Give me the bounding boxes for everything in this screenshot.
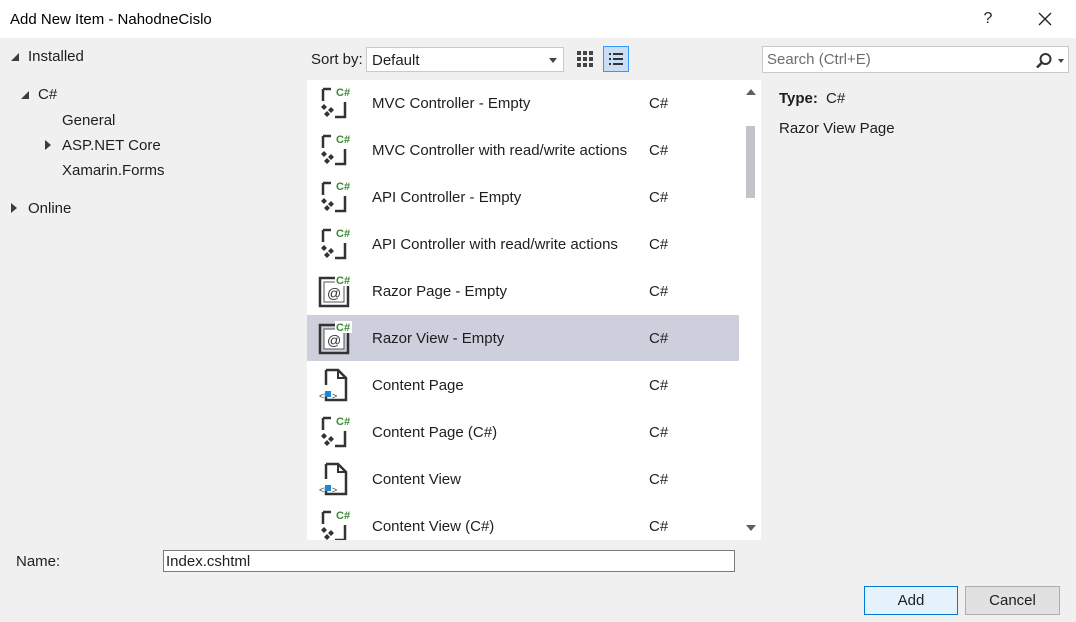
template-language: C# [649, 142, 669, 159]
template-name: Content Page (C#) [372, 424, 498, 441]
tree-item-xamarin[interactable]: Xamarin.Forms [62, 162, 262, 182]
template-language: C# [649, 377, 669, 394]
template-row[interactable]: @ C# Razor View - Empty C# [307, 315, 739, 361]
item-description: Razor View Page [779, 120, 895, 137]
expanded-icon [11, 53, 19, 61]
svg-text:<: < [319, 391, 324, 401]
razor-icon: @ C# [317, 273, 353, 309]
template-row[interactable]: C# Content View (C#) C# [307, 503, 739, 540]
collapsed-icon [11, 203, 17, 213]
grid-view-button[interactable] [573, 47, 598, 72]
svg-text:<: < [319, 485, 324, 495]
scroll-thumb[interactable] [746, 126, 755, 198]
svg-text:C#: C# [336, 510, 350, 522]
controller-icon: C# [317, 132, 353, 168]
tree-item-aspnet[interactable]: ASP.NET Core [44, 137, 264, 157]
svg-text:C#: C# [336, 134, 350, 146]
help-button[interactable]: ? [975, 7, 1001, 31]
controller-icon: C# [317, 85, 353, 121]
template-language: C# [649, 283, 669, 300]
template-name: Content View (C#) [372, 518, 495, 535]
sort-value: Default [372, 52, 420, 69]
close-icon [1038, 12, 1052, 26]
tree-item-installed[interactable]: Installed [10, 48, 290, 68]
template-row[interactable]: < > Content View C# [307, 456, 739, 502]
list-view-button[interactable] [603, 46, 629, 72]
svg-text:C#: C# [336, 228, 350, 240]
template-row[interactable]: C# Content Page (C#) C# [307, 409, 739, 455]
xaml-page-icon: < > [317, 461, 353, 497]
template-name: API Controller - Empty [372, 189, 522, 206]
list-view-icon [609, 53, 623, 65]
template-name: MVC Controller with read/write actions [372, 142, 628, 159]
razor-icon: @ C# [317, 320, 353, 356]
template-row[interactable]: C# MVC Controller - Empty C# [307, 80, 739, 126]
tree-label-aspnet: ASP.NET Core [62, 137, 161, 154]
controller-icon: C# [317, 226, 353, 262]
template-row[interactable]: C# API Controller - Empty C# [307, 174, 739, 220]
sort-dropdown[interactable]: Default [366, 47, 564, 72]
template-row[interactable]: < > Content Page C# [307, 362, 739, 408]
template-language: C# [649, 471, 669, 488]
svg-text:C#: C# [336, 181, 350, 193]
expanded-icon [21, 91, 29, 99]
cancel-button[interactable]: Cancel [965, 586, 1060, 615]
close-button[interactable] [1032, 6, 1058, 32]
template-language: C# [649, 95, 669, 112]
template-list: C# MVC Controller - Empty C# C# MVC Controll… [307, 80, 761, 540]
scroll-up-arrow-icon[interactable] [746, 89, 756, 95]
template-row[interactable]: C# MVC Controller with read/write actions… [307, 127, 739, 173]
svg-text:C#: C# [336, 416, 350, 428]
template-name: MVC Controller - Empty [372, 95, 531, 112]
tree-label-general: General [62, 112, 116, 129]
template-language: C# [649, 424, 669, 441]
sort-label: Sort by: [311, 51, 363, 68]
scroll-down-arrow-icon[interactable] [746, 525, 756, 531]
template-name: Content Page [372, 377, 464, 394]
tree-label-installed: Installed [28, 48, 84, 65]
tree-item-general[interactable]: General [62, 112, 262, 132]
add-button[interactable]: Add [864, 586, 958, 615]
svg-text:C#: C# [336, 322, 350, 334]
search-input[interactable] [767, 50, 1022, 69]
type-label: Type: [779, 90, 818, 107]
svg-text:C#: C# [336, 87, 350, 99]
template-language: C# [649, 518, 669, 535]
svg-text:>: > [332, 391, 337, 401]
xaml-page-icon: < > [317, 367, 353, 403]
template-language: C# [649, 330, 669, 347]
tree-item-online[interactable]: Online [10, 200, 210, 220]
vertical-scrollbar[interactable] [741, 80, 761, 540]
controller-icon: C# [317, 179, 353, 215]
tree-label-csharp: C# [38, 86, 58, 103]
grid-view-icon [577, 51, 593, 67]
svg-text:>: > [332, 485, 337, 495]
svg-text:C#: C# [336, 275, 350, 287]
template-name: Razor Page - Empty [372, 283, 508, 300]
svg-text:@: @ [327, 285, 341, 301]
controller-icon: C# [317, 414, 353, 450]
template-name: API Controller with read/write actions [372, 236, 618, 253]
window-title: Add New Item - NahodneCislo [10, 11, 212, 28]
template-name: Razor View - Empty [372, 330, 505, 347]
tree-label-xamarin: Xamarin.Forms [62, 162, 165, 179]
search-icon[interactable] [1035, 52, 1053, 70]
tree-label-online: Online [28, 200, 72, 217]
search-box [762, 46, 1069, 73]
type-value: C# [826, 90, 846, 107]
chevron-down-icon[interactable] [1058, 59, 1064, 63]
template-name: Content View [372, 471, 461, 488]
template-language: C# [649, 236, 669, 253]
controller-icon: C# [317, 508, 353, 540]
name-input[interactable] [163, 550, 735, 572]
template-row[interactable]: @ C# Razor Page - Empty C# [307, 268, 739, 314]
svg-text:@: @ [327, 332, 341, 348]
name-label: Name: [16, 553, 61, 570]
template-row[interactable]: C# API Controller with read/write actions… [307, 221, 739, 267]
collapsed-icon [45, 140, 51, 150]
tree-item-csharp[interactable]: C# [20, 86, 220, 106]
template-language: C# [649, 189, 669, 206]
chevron-down-icon [549, 58, 557, 63]
